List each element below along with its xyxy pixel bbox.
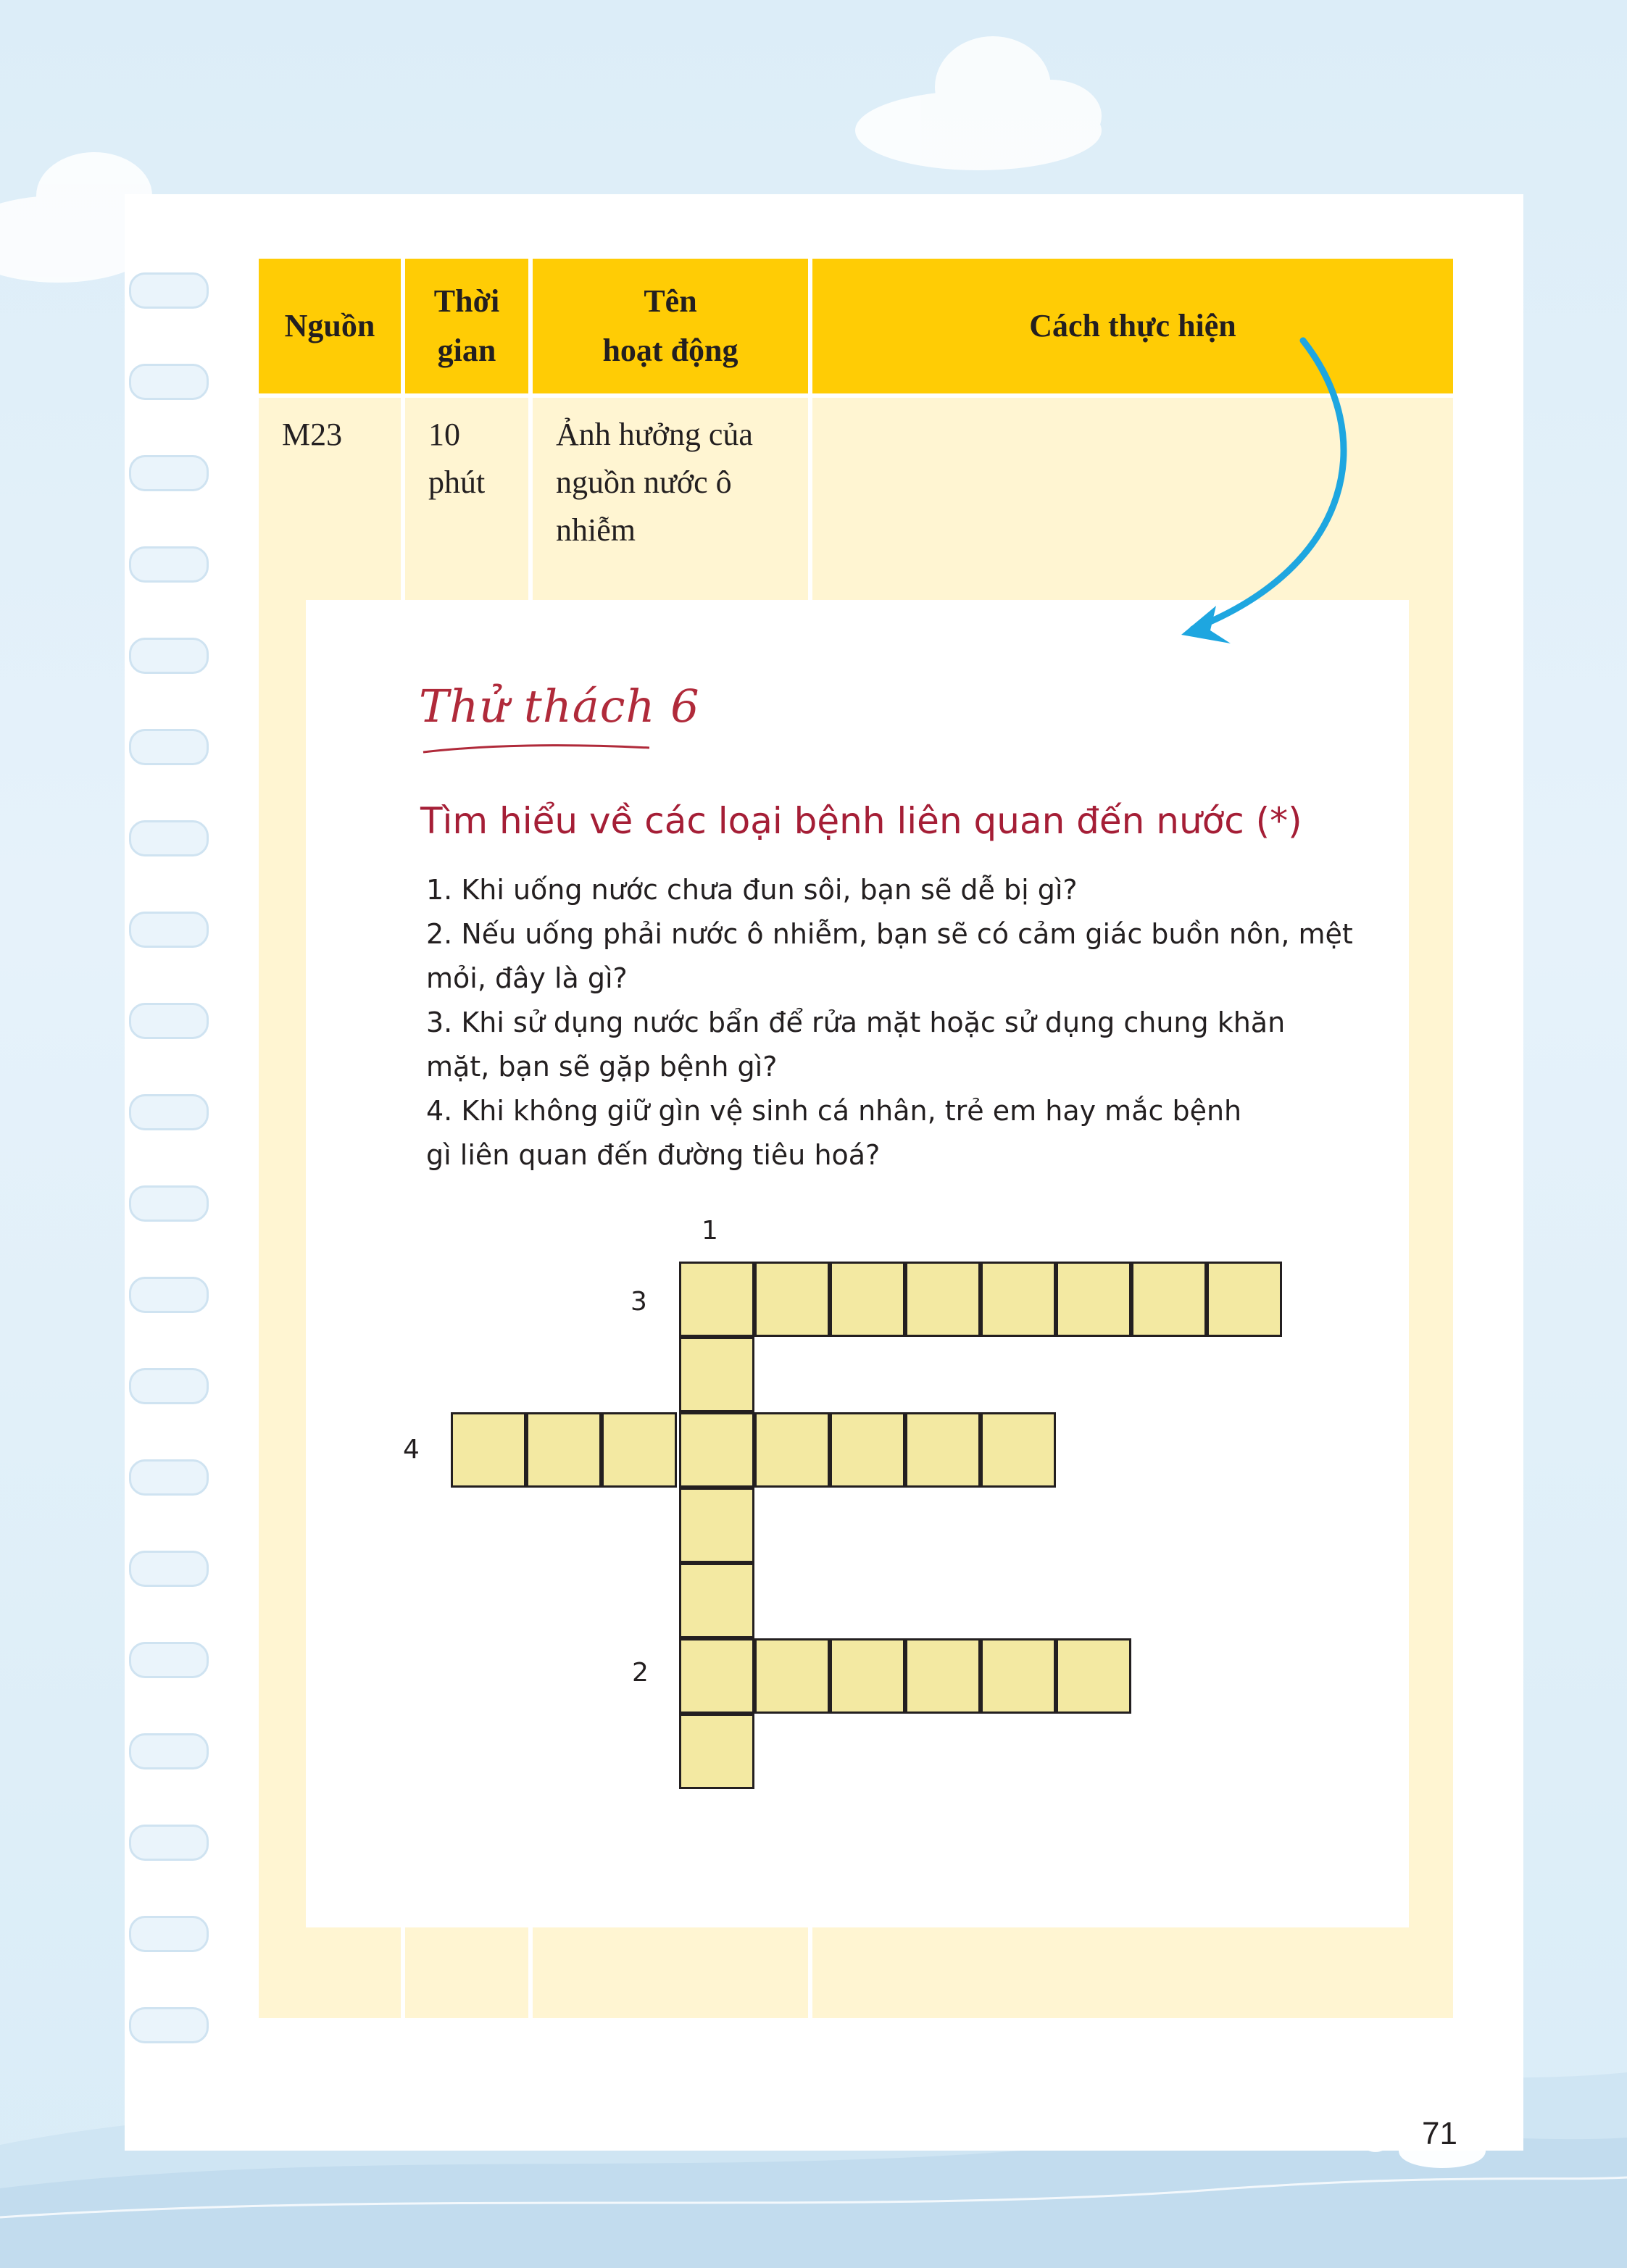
- clue-number-3: 3: [631, 1287, 647, 1317]
- row-time: 10 phút: [428, 417, 486, 500]
- title-underline: [423, 744, 650, 754]
- clue-number-2: 2: [632, 1658, 649, 1688]
- crossword-cell[interactable]: [830, 1412, 905, 1488]
- page-number: 71: [1422, 2116, 1457, 2151]
- spiral-ring: [129, 1825, 209, 1861]
- spiral-ring: [129, 1003, 209, 1039]
- crossword-cell[interactable]: [679, 1337, 754, 1412]
- crossword-cell[interactable]: [679, 1563, 754, 1638]
- row-activity: Ảnh hưởng của nguồn nước ô nhiễm: [556, 417, 753, 548]
- crossword-cell[interactable]: [754, 1412, 830, 1488]
- crossword-cell[interactable]: [754, 1638, 830, 1714]
- crossword-cell[interactable]: [679, 1488, 754, 1563]
- clue-number-4: 4: [403, 1435, 420, 1464]
- crossword-cell[interactable]: [679, 1262, 754, 1337]
- spiral-ring: [129, 1459, 209, 1496]
- question-3: 3. Khi sử dụng nước bẩn để rửa mặt hoặc …: [426, 1006, 1286, 1083]
- spiral-ring: [129, 1916, 209, 1952]
- crossword-cell[interactable]: [1207, 1262, 1282, 1337]
- crossword-cell[interactable]: [1056, 1638, 1131, 1714]
- spiral-ring: [129, 1733, 209, 1769]
- crossword-cell[interactable]: [905, 1412, 981, 1488]
- crossword-cell[interactable]: [679, 1412, 754, 1488]
- header-time: Thời gian: [405, 259, 528, 393]
- crossword-cell[interactable]: [602, 1412, 677, 1488]
- spiral-ring: [129, 912, 209, 948]
- crossword-cell[interactable]: [905, 1262, 981, 1337]
- spiral-ring: [129, 729, 209, 765]
- header-activity: Tên hoạt động: [533, 259, 808, 393]
- crossword-cell[interactable]: [830, 1262, 905, 1337]
- row-source: M23: [282, 417, 343, 452]
- crossword-cell[interactable]: [754, 1262, 830, 1337]
- spiral-ring: [129, 455, 209, 491]
- crossword-cell[interactable]: [1056, 1262, 1131, 1337]
- arrow-icon: [1181, 337, 1347, 643]
- challenge-title: Thử thách 6: [419, 680, 700, 733]
- crossword-cell[interactable]: [981, 1262, 1056, 1337]
- spiral-ring: [129, 1368, 209, 1404]
- spiral-ring: [129, 364, 209, 400]
- crossword-cell[interactable]: [526, 1412, 602, 1488]
- crossword-cell[interactable]: [830, 1638, 905, 1714]
- spiral-ring: [129, 1277, 209, 1313]
- header-activity-label: Tên hoạt động: [602, 283, 738, 368]
- spiral-ring: [129, 820, 209, 856]
- question-4: 4. Khi không giữ gìn vệ sinh cá nhân, tr…: [426, 1095, 1242, 1171]
- clue-number-1: 1: [702, 1216, 718, 1246]
- spiral-ring: [129, 1094, 209, 1130]
- spiral-ring: [129, 272, 209, 309]
- crossword-cell[interactable]: [981, 1638, 1056, 1714]
- challenge-subtitle: Tìm hiểu về các loại bệnh liên quan đến …: [420, 800, 1302, 842]
- spiral-ring: [129, 546, 209, 583]
- crossword-cell[interactable]: [1131, 1262, 1207, 1337]
- crossword-cell[interactable]: [981, 1412, 1056, 1488]
- header-source: Nguồn: [259, 259, 401, 393]
- header-source-label: Nguồn: [284, 308, 375, 343]
- question-2: 2. Nếu uống phải nước ô nhiễm, bạn sẽ có…: [426, 918, 1353, 994]
- spiral-ring: [129, 1551, 209, 1587]
- crossword-cell[interactable]: [679, 1638, 754, 1714]
- spiral-ring: [129, 1642, 209, 1678]
- crossword-cell[interactable]: [451, 1412, 526, 1488]
- spiral-ring: [129, 2007, 209, 2043]
- header-time-label: Thời gian: [433, 283, 500, 368]
- crossword-cell[interactable]: [905, 1638, 981, 1714]
- crossword-cell[interactable]: [679, 1714, 754, 1789]
- spiral-ring: [129, 1185, 209, 1222]
- spiral-ring: [129, 638, 209, 674]
- question-1: 1. Khi uống nước chưa đun sôi, bạn sẽ dễ…: [426, 874, 1078, 906]
